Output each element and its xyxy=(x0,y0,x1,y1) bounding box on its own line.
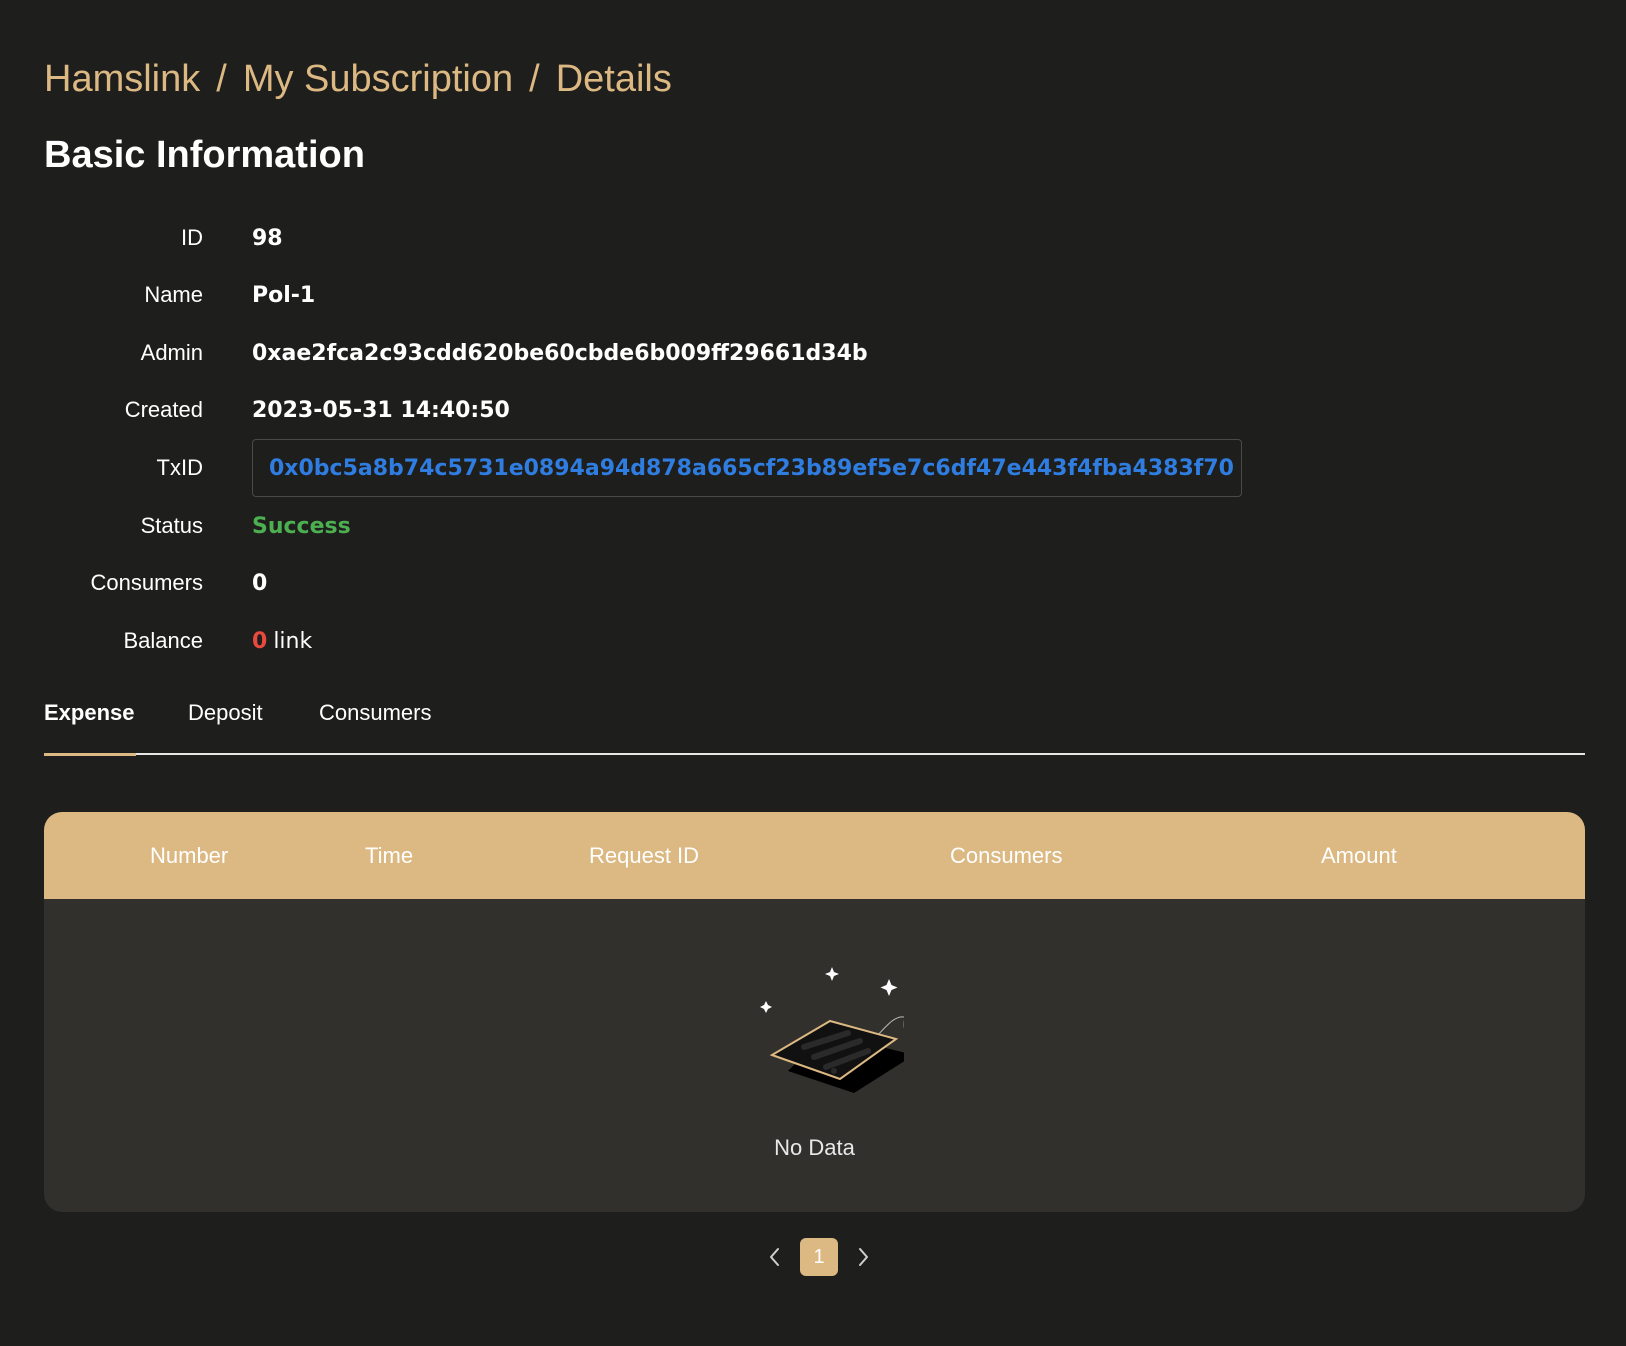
tab-expense-label: Expense xyxy=(44,700,135,725)
balance-unit: link xyxy=(273,628,313,654)
info-value-created: 2023-05-31 14:40:50 xyxy=(252,397,510,423)
breadcrumb-item-hamslink[interactable]: Hamslink xyxy=(44,58,200,101)
tab-active-indicator xyxy=(44,753,136,756)
page-title: Basic Information xyxy=(44,134,365,176)
txid-link[interactable]: 0x0bc5a8b74c5731e0894a94d878a665cf23b89e… xyxy=(269,456,1234,481)
tab-bar: Expense Deposit Consumers xyxy=(44,700,1585,756)
info-row-admin: Admin 0xae2fca2c93cdd620be60cbde6b009ff2… xyxy=(0,333,1300,373)
empty-state: No Data xyxy=(44,899,1585,1212)
column-header-time: Time xyxy=(365,843,414,868)
info-value-admin: 0xae2fca2c93cdd620be60cbde6b009ff29661d3… xyxy=(252,340,868,366)
info-row-name: Name Pol-1 xyxy=(0,275,1300,315)
info-label-admin: Admin xyxy=(140,340,203,365)
tab-deposit-label: Deposit xyxy=(188,700,263,725)
column-header-request-id: Request ID xyxy=(589,843,700,868)
tab-consumers[interactable]: Consumers xyxy=(319,700,431,753)
status-badge: Success xyxy=(252,513,351,539)
info-value-consumers: 0 xyxy=(252,570,268,596)
info-value-name: Pol-1 xyxy=(252,282,316,308)
balance-amount: 0 xyxy=(252,628,268,654)
breadcrumb: Hamslink / My Subscription / Details xyxy=(44,58,672,101)
info-label-consumers: Consumers xyxy=(90,570,203,595)
info-row-id: ID 98 xyxy=(0,218,1300,258)
pagination: 1 xyxy=(762,1237,876,1277)
chevron-left-icon[interactable] xyxy=(762,1244,788,1270)
tab-expense[interactable]: Expense xyxy=(44,700,136,756)
info-label-txid: TxID xyxy=(156,455,203,480)
info-label-name: Name xyxy=(144,282,203,307)
breadcrumb-item-my-subscription[interactable]: My Subscription xyxy=(243,58,513,101)
breadcrumb-separator: / xyxy=(216,58,227,100)
breadcrumb-item-details: Details xyxy=(555,58,672,100)
empty-data-icon xyxy=(760,967,904,1093)
info-label-created: Created xyxy=(124,397,203,422)
info-label-status: Status xyxy=(140,513,203,538)
data-table: Number Time Request ID Consumers Amount … xyxy=(44,812,1585,1212)
txid-box: 0x0bc5a8b74c5731e0894a94d878a665cf23b89e… xyxy=(252,439,1242,497)
info-row-status: Status Success xyxy=(0,506,1300,546)
info-row-txid: TxID 0x0bc5a8b74c5731e0894a94d878a665cf2… xyxy=(0,438,1300,498)
table-header: Number Time Request ID Consumers Amount xyxy=(44,812,1585,899)
column-header-number: Number xyxy=(150,843,229,868)
chevron-right-icon[interactable] xyxy=(850,1244,876,1270)
pagination-page-current[interactable]: 1 xyxy=(800,1238,838,1276)
info-row-balance: Balance 0 link xyxy=(0,621,1300,661)
tab-consumers-label: Consumers xyxy=(319,700,432,725)
info-value-balance: 0 link xyxy=(252,629,312,654)
info-row-consumers: Consumers 0 xyxy=(0,563,1300,603)
column-header-consumers: Consumers xyxy=(950,843,1063,868)
tab-deposit[interactable]: Deposit xyxy=(188,700,263,753)
empty-state-text: No Data xyxy=(774,1135,855,1160)
breadcrumb-separator: / xyxy=(529,58,540,100)
info-label-id: ID xyxy=(181,225,203,250)
info-row-created: Created 2023-05-31 14:40:50 xyxy=(0,390,1300,430)
info-value-id: 98 xyxy=(252,225,283,251)
info-label-balance: Balance xyxy=(123,628,203,653)
column-header-amount: Amount xyxy=(1321,843,1397,868)
